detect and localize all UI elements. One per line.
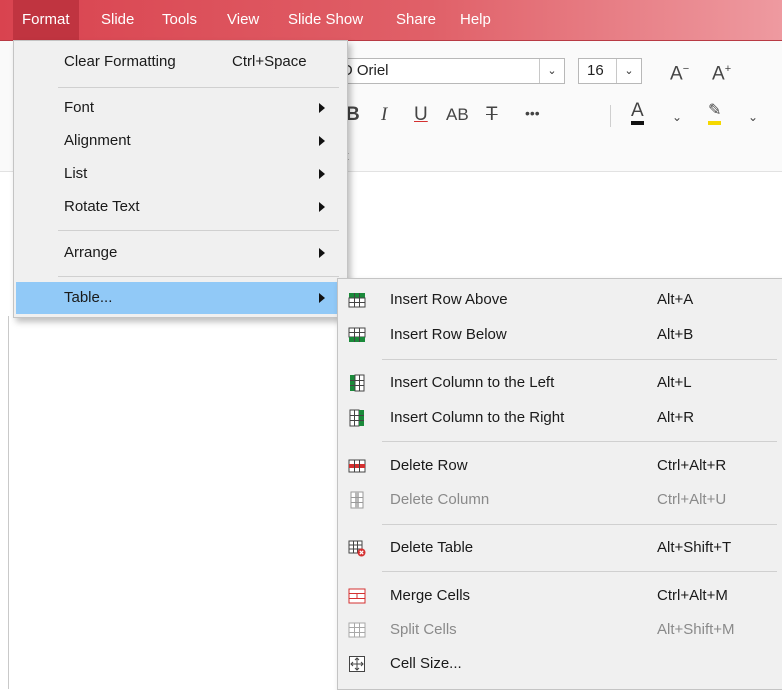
increase-font-size-icon[interactable]: A+ <box>712 57 731 86</box>
menu-item-insert-column-left[interactable]: Insert Column to the Left Alt+L <box>340 367 781 399</box>
insert-row-above-icon <box>348 293 366 308</box>
font-name-value: O Oriel <box>341 62 389 79</box>
more-icon[interactable]: ••• <box>525 101 540 125</box>
menu-bar: Format Slide Tools View Slide Show Share… <box>0 0 782 41</box>
split-cells-icon <box>348 622 366 638</box>
slide-panel-edge <box>8 316 9 689</box>
delete-column-icon <box>350 491 364 509</box>
menu-slide[interactable]: Slide <box>92 0 143 40</box>
menu-item-insert-row-above[interactable]: Insert Row Above Alt+A <box>340 284 781 316</box>
chevron-down-icon[interactable]: ⌄ <box>672 105 682 129</box>
table-submenu: Insert Row Above Alt+A Insert Row Below … <box>337 278 782 690</box>
insert-column-left-icon <box>350 374 365 392</box>
merge-cells-icon <box>348 588 366 604</box>
submenu-arrow-icon <box>319 103 325 113</box>
uppercase-icon[interactable]: AB <box>446 103 469 127</box>
separator <box>382 441 777 442</box>
menu-item-delete-table[interactable]: Delete Table Alt+Shift+T <box>340 532 781 564</box>
menu-item-rotate-text[interactable]: Rotate Text <box>16 191 345 223</box>
separator <box>382 571 777 572</box>
format-menu: Clear Formatting Ctrl+Space Font Alignme… <box>13 40 348 318</box>
separator <box>58 87 339 88</box>
decrease-font-size-icon[interactable]: A− <box>670 57 689 86</box>
menu-item-table[interactable]: Table... <box>16 282 345 314</box>
menu-help[interactable]: Help <box>451 0 500 40</box>
insert-column-right-icon <box>349 409 364 427</box>
menu-item-insert-row-below[interactable]: Insert Row Below Alt+B <box>340 319 781 351</box>
menu-item-arrange[interactable]: Arrange <box>16 237 345 269</box>
menu-item-split-cells[interactable]: Split Cells Alt+Shift+M <box>340 614 781 646</box>
menu-share[interactable]: Share <box>387 0 445 40</box>
submenu-arrow-icon <box>319 202 325 212</box>
chevron-down-icon[interactable]: ⌄ <box>539 59 564 83</box>
underline-icon[interactable]: U <box>414 103 428 127</box>
separator <box>58 276 339 277</box>
bold-icon[interactable]: B <box>346 103 360 127</box>
menu-slide-show[interactable]: Slide Show <box>279 0 372 40</box>
delete-row-icon <box>348 459 366 473</box>
font-color-icon[interactable]: A <box>631 101 644 125</box>
font-size-select[interactable]: 16 ⌄ <box>578 58 642 84</box>
menu-item-list[interactable]: List <box>16 158 345 190</box>
font-name-select[interactable]: O Oriel ⌄ <box>330 58 565 84</box>
strikethrough-icon[interactable]: T <box>486 103 498 127</box>
italic-icon[interactable]: I <box>381 103 387 127</box>
separator <box>382 359 777 360</box>
menu-item-delete-row[interactable]: Delete Row Ctrl+Alt+R <box>340 450 781 482</box>
delete-table-icon <box>348 540 366 557</box>
menu-item-font[interactable]: Font <box>16 92 345 124</box>
font-size-value: 16 <box>587 62 604 79</box>
insert-row-below-icon <box>348 327 366 342</box>
chevron-down-icon[interactable]: ⌄ <box>748 105 758 129</box>
cell-size-icon <box>349 656 365 672</box>
menu-item-merge-cells[interactable]: Merge Cells Ctrl+Alt+M <box>340 580 781 612</box>
menu-item-delete-column[interactable]: Delete Column Ctrl+Alt+U <box>340 484 781 516</box>
menu-item-insert-column-right[interactable]: Insert Column to the Right Alt+R <box>340 402 781 434</box>
submenu-arrow-icon <box>319 136 325 146</box>
submenu-arrow-icon <box>319 169 325 179</box>
highlight-color-icon[interactable]: ✎ <box>708 101 722 125</box>
separator <box>58 230 339 231</box>
submenu-arrow-icon <box>319 248 325 258</box>
chevron-down-icon[interactable]: ⌄ <box>616 59 641 83</box>
menu-view[interactable]: View <box>218 0 268 40</box>
submenu-arrow-icon <box>319 293 325 303</box>
menu-tools[interactable]: Tools <box>153 0 206 40</box>
divider <box>610 105 611 127</box>
menu-item-alignment[interactable]: Alignment <box>16 125 345 157</box>
menu-item-cell-size[interactable]: Cell Size... <box>340 648 781 680</box>
menu-item-clear-formatting[interactable]: Clear Formatting Ctrl+Space <box>16 46 345 78</box>
separator <box>382 524 777 525</box>
menu-format[interactable]: Format <box>13 0 79 40</box>
